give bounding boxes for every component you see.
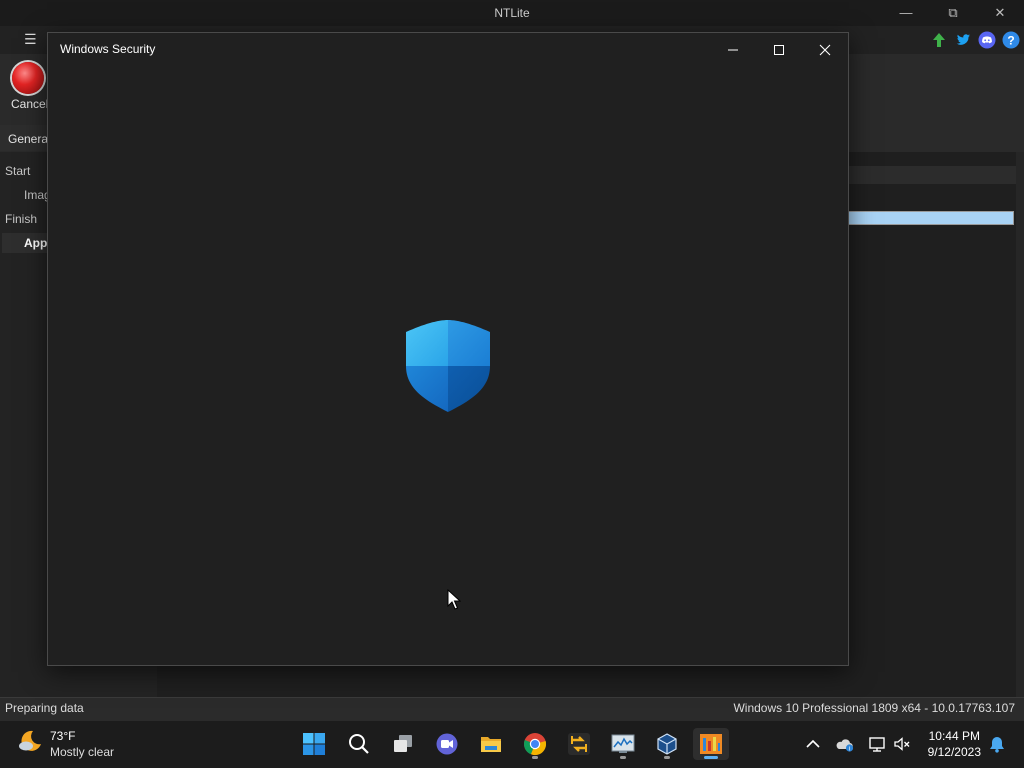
cancel-button-label[interactable]: Cancel [11, 97, 48, 111]
cancel-stop-icon[interactable] [12, 62, 44, 94]
minimize-icon [728, 49, 738, 51]
ntlite-minimize-button[interactable]: — [892, 3, 920, 23]
teams-chat-button[interactable] [429, 728, 465, 760]
svg-text:?: ? [1007, 33, 1014, 47]
network-display-icon[interactable] [867, 734, 887, 754]
ntlite-taskbar-button[interactable] [693, 728, 729, 760]
windows-security-close-button[interactable] [805, 37, 845, 63]
running-indicator [620, 756, 626, 759]
ribbon-tab-general-label: General [8, 132, 51, 146]
ntlite-close-button[interactable]: ✕ [986, 3, 1014, 23]
nav-section-finish: Finish [5, 212, 38, 226]
hamburger-menu-icon[interactable]: ☰ [24, 31, 37, 48]
ntlite-restore-button[interactable]: ⧉ [939, 3, 967, 23]
windows-start-icon [303, 733, 325, 755]
teams-chat-icon [436, 733, 458, 755]
update-arrow-icon[interactable] [930, 31, 948, 49]
file-transfer-app-button[interactable] [561, 728, 597, 760]
windows-security-minimize-button[interactable] [713, 37, 753, 63]
taskbar-clock-time[interactable]: 10:44 PM [929, 729, 980, 743]
file-explorer-button[interactable] [473, 728, 509, 760]
transfer-arrows-icon [568, 733, 590, 755]
folder-icon [481, 737, 501, 752]
windows-security-window: Windows Security [47, 32, 849, 666]
windows-security-title: Windows Security [60, 42, 156, 56]
nav-section-start: Start [5, 164, 31, 178]
chrome-button[interactable] [517, 728, 553, 760]
close-icon [819, 44, 831, 56]
onedrive-cloud-icon[interactable]: i [835, 734, 855, 754]
mouse-cursor-icon [447, 589, 461, 610]
status-image-info: Windows 10 Professional 1809 x64 - 10.0.… [733, 701, 1015, 715]
ntlite-title: NTLite [494, 6, 530, 20]
search-button[interactable] [341, 728, 377, 760]
windows-security-shield-icon [406, 320, 490, 412]
svg-text:i: i [849, 746, 850, 752]
apply-progress-bar [848, 211, 1014, 225]
task-view-icon [394, 735, 412, 752]
chrome-icon [524, 733, 547, 756]
ntlite-list-header [848, 166, 1018, 184]
weather-condition[interactable]: Mostly clear [50, 745, 114, 759]
status-text: Preparing data [5, 701, 84, 715]
task-view-button[interactable] [385, 728, 421, 760]
virtualbox-button[interactable] [649, 728, 685, 760]
weather-temperature[interactable]: 73°F [50, 729, 75, 743]
windows-security-maximize-button[interactable] [759, 37, 799, 63]
virtualbox-cube-icon [657, 733, 677, 755]
taskbar-clock-date[interactable]: 9/12/2023 [928, 745, 981, 759]
help-icon[interactable]: ? [1002, 31, 1020, 49]
maximize-icon [774, 45, 784, 55]
running-indicator [664, 756, 670, 759]
volume-muted-icon[interactable] [892, 734, 912, 754]
discord-icon[interactable] [978, 31, 996, 49]
weather-moon-cloud-icon[interactable] [18, 728, 44, 754]
apply-progress-fill [849, 212, 1013, 224]
running-indicator [532, 756, 538, 759]
ntlite-vertical-scrollbar[interactable] [1016, 152, 1024, 697]
active-window-indicator [704, 756, 718, 759]
ntlite-app-icon [700, 734, 722, 754]
start-button[interactable] [296, 728, 332, 760]
resource-monitor-button[interactable] [605, 728, 641, 760]
twitter-icon[interactable] [954, 31, 972, 49]
notification-bell-icon[interactable] [987, 734, 1007, 754]
performance-monitor-icon [611, 734, 635, 753]
search-icon [349, 734, 369, 754]
show-hidden-icons-chevron-up-icon[interactable] [803, 734, 823, 754]
